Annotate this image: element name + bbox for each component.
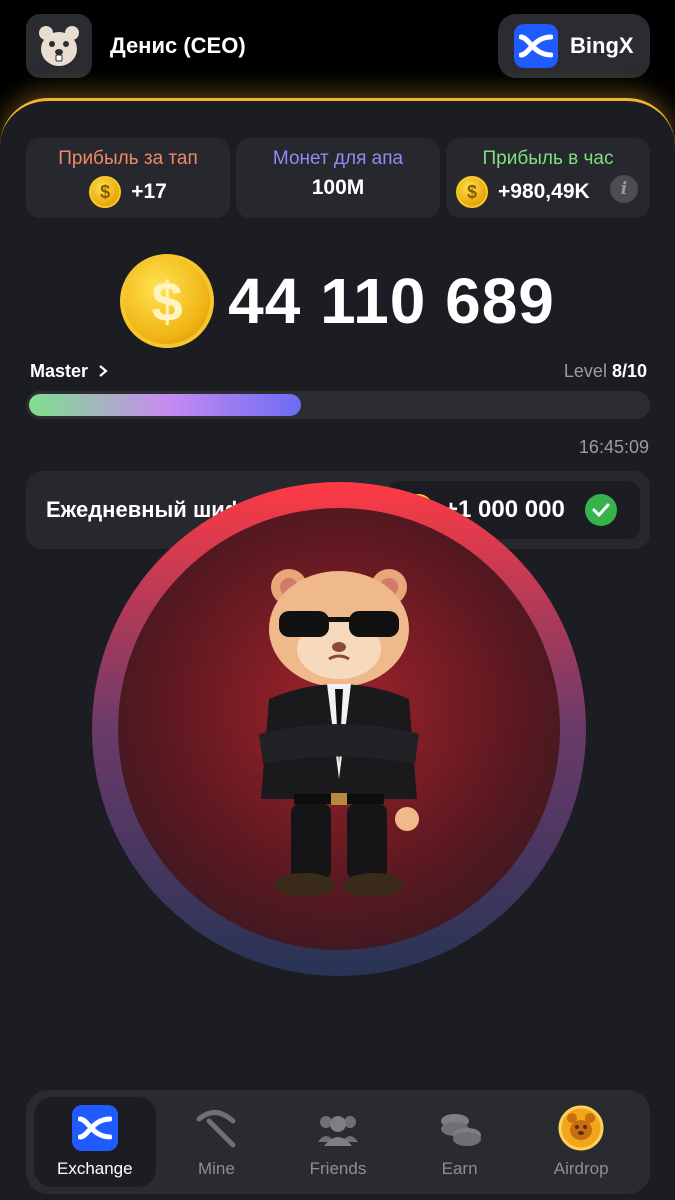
chevron-right-icon (99, 365, 108, 377)
exchange-button[interactable]: BingX (498, 14, 650, 78)
level-indicator: Level 8/10 (564, 361, 647, 382)
coin-icon: $ (456, 176, 488, 208)
rank-label: Master (30, 361, 89, 381)
level-progress-bar (26, 391, 650, 419)
pickaxe-icon (193, 1105, 239, 1151)
balance-value: 44 110 689 (228, 265, 555, 337)
level-progress-fill (29, 394, 301, 416)
username: Денис (CEO) (110, 33, 246, 58)
nav-exchange[interactable]: Exchange (34, 1097, 156, 1187)
coins-to-level-up-label: Монет для апа (272, 148, 404, 169)
header: Денис (CEO) BingX (0, 0, 675, 110)
friends-icon (315, 1105, 361, 1151)
rank-link[interactable]: Master (30, 361, 109, 382)
coin-icon: $ (89, 176, 122, 208)
big-coin-icon: $ (120, 254, 215, 348)
profit-per-hour-card[interactable]: Прибыль в час $ +980,49K i (446, 138, 650, 218)
profit-per-tap-card[interactable]: Прибыль за тап $ +17 (26, 138, 230, 218)
hamster-avatar-icon (39, 26, 79, 66)
profit-per-hour-label: Прибыль в час (482, 148, 614, 169)
level-prefix: Level (563, 361, 607, 381)
hamster-ceo-icon (259, 569, 419, 897)
profit-per-hour-value: +980,49K (498, 180, 590, 203)
profit-per-tap-value: +17 (131, 180, 167, 203)
tap-button[interactable] (118, 508, 560, 950)
airdrop-icon (558, 1105, 604, 1151)
nav-friends-label: Friends (309, 1159, 367, 1178)
bottom-nav: Exchange Mine Friends Earn Airdrop (26, 1090, 650, 1194)
balance: $ 44 110 689 (0, 251, 675, 351)
bingx-logo-icon (514, 24, 558, 68)
nav-earn[interactable]: Earn (399, 1097, 521, 1187)
nav-exchange-label: Exchange (56, 1159, 133, 1178)
nav-airdrop-label: Airdrop (553, 1159, 609, 1178)
nav-mine[interactable]: Mine (156, 1097, 278, 1187)
info-icon[interactable]: i (610, 175, 638, 203)
check-icon (584, 494, 617, 526)
coins-to-level-up-card[interactable]: Монет для апа 100M (236, 138, 440, 218)
profit-per-tap-label: Прибыль за тап (58, 148, 198, 169)
cipher-timer: 16:45:09 (578, 437, 649, 457)
avatar[interactable] (26, 14, 92, 78)
nav-airdrop[interactable]: Airdrop (520, 1097, 642, 1187)
coins-icon (437, 1105, 483, 1151)
bingx-icon (71, 1105, 118, 1151)
level-value: 8/10 (611, 361, 647, 381)
exchange-name: BingX (570, 33, 634, 58)
coins-to-level-up-value: 100M (311, 176, 365, 199)
nav-earn-label: Earn (441, 1159, 478, 1178)
nav-mine-label: Mine (197, 1159, 235, 1178)
nav-friends[interactable]: Friends (277, 1097, 399, 1187)
